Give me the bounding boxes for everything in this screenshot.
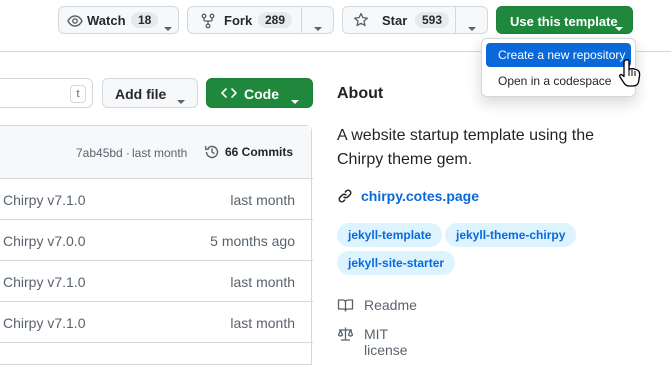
readme-label: Readme (364, 297, 417, 313)
table-row[interactable]: Chirpy v7.1.0 last month (0, 261, 311, 301)
commit-age: last month (230, 192, 295, 208)
chevron-down-icon (164, 19, 172, 34)
watch-label: Watch (87, 13, 126, 28)
chevron-down-icon (291, 92, 299, 107)
code-button[interactable]: Code (206, 78, 313, 108)
commit-age: 5 months ago (210, 233, 295, 249)
hand-cursor-icon (618, 58, 642, 90)
go-to-file-input[interactable]: t (0, 78, 93, 108)
template-dropdown-menu: Create a new repository Open in a codesp… (481, 38, 636, 97)
commit-separator: · (126, 146, 130, 160)
menu-item-label: Create a new repository (498, 48, 626, 62)
commit-message[interactable]: Chirpy v7.1.0 (3, 315, 85, 331)
chevron-down-icon (615, 19, 623, 34)
commit-hash[interactable]: 7ab45bd (76, 146, 123, 160)
table-row[interactable]: Chirpy v7.1.0 last month (0, 302, 311, 342)
commits-count-label: 66 Commits (225, 145, 294, 159)
fork-count: 289 (258, 12, 293, 28)
code-label: Code (244, 86, 279, 102)
book-icon (337, 297, 354, 313)
code-icon (220, 85, 238, 101)
table-row[interactable]: Chirpy v7.1.0 last month (0, 179, 311, 219)
commit-message[interactable]: Chirpy v7.1.0 (3, 192, 85, 208)
commit-age: last month (230, 315, 295, 331)
row-divider (0, 342, 313, 343)
fork-dropdown-chevron-icon[interactable] (314, 19, 322, 34)
commit-message[interactable]: Chirpy v7.1.0 (3, 274, 85, 290)
fork-button[interactable]: Fork 289 (187, 6, 334, 34)
license-label: MIT license (364, 326, 408, 358)
chevron-down-icon (177, 92, 185, 107)
shortcut-key-badge: t (70, 85, 86, 103)
link-icon (337, 188, 353, 204)
commit-time: last month (132, 146, 188, 160)
star-dropdown-chevron-icon[interactable] (468, 19, 476, 34)
star-label: Star (382, 13, 408, 28)
menu-item-create-new-repository[interactable]: Create a new repository (486, 43, 631, 67)
use-this-template-button[interactable]: Use this template (496, 6, 633, 34)
use-template-label: Use this template (510, 14, 618, 29)
fork-label: Fork (224, 13, 253, 28)
menu-item-open-in-codespace[interactable]: Open in a codespace (486, 69, 631, 93)
add-file-button[interactable]: Add file (102, 78, 198, 108)
star-button[interactable]: Star 593 (342, 6, 488, 34)
watch-button[interactable]: Watch 18 (58, 6, 179, 34)
table-row[interactable]: Chirpy v7.0.0 5 months ago (0, 220, 311, 260)
star-count: 593 (415, 12, 450, 28)
commit-message[interactable]: Chirpy v7.0.0 (3, 233, 85, 249)
topic-tag[interactable]: jekyll-site-starter (337, 251, 456, 275)
menu-item-label: Open in a codespace (498, 74, 612, 88)
star-icon (353, 12, 369, 28)
law-scale-icon (337, 326, 354, 342)
history-icon (204, 144, 220, 160)
topic-tag[interactable]: jekyll-theme-chirpy (445, 223, 577, 247)
add-file-label: Add file (115, 86, 167, 102)
commit-age: last month (230, 274, 295, 290)
watch-count: 18 (131, 12, 159, 28)
about-heading: About (337, 85, 384, 102)
fork-icon (200, 13, 216, 29)
website-url[interactable]: chirpy.cotes.page (361, 188, 479, 204)
topic-tag[interactable]: jekyll-template (337, 223, 443, 247)
about-description: A website startup template using the Chi… (337, 127, 595, 168)
eye-icon (67, 13, 83, 29)
